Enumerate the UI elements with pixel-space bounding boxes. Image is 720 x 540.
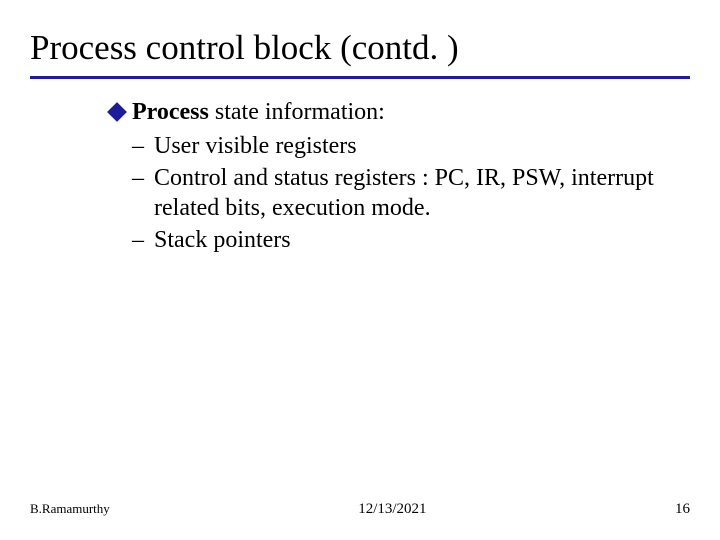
list-item-text: Stack pointers [154,225,660,255]
list-item-text: Control and status registers : PC, IR, P… [154,163,660,223]
lead-bold: Process [132,99,209,125]
lead-text: Process state information: [132,97,385,127]
list-item: – Stack pointers [132,225,660,255]
list-item: – Control and status registers : PC, IR,… [132,163,660,223]
dash-icon: – [132,131,154,161]
slide-title: Process control block (contd. ) [30,28,690,68]
sub-list: – User visible registers – Control and s… [110,131,660,255]
list-item-text: User visible registers [154,131,660,161]
lead-bullet: Process state information: [110,97,660,127]
footer-author: B.Ramamurthy [30,501,110,517]
diamond-icon [107,102,127,122]
slide-content: Process state information: – User visibl… [0,79,720,255]
lead-rest: state information: [209,99,385,125]
list-item: – User visible registers [132,131,660,161]
dash-icon: – [132,225,154,255]
dash-icon: – [132,163,154,193]
footer-date: 12/13/2021 [110,501,675,518]
footer: B.Ramamurthy 12/13/2021 16 [0,501,720,518]
footer-page: 16 [675,501,690,518]
